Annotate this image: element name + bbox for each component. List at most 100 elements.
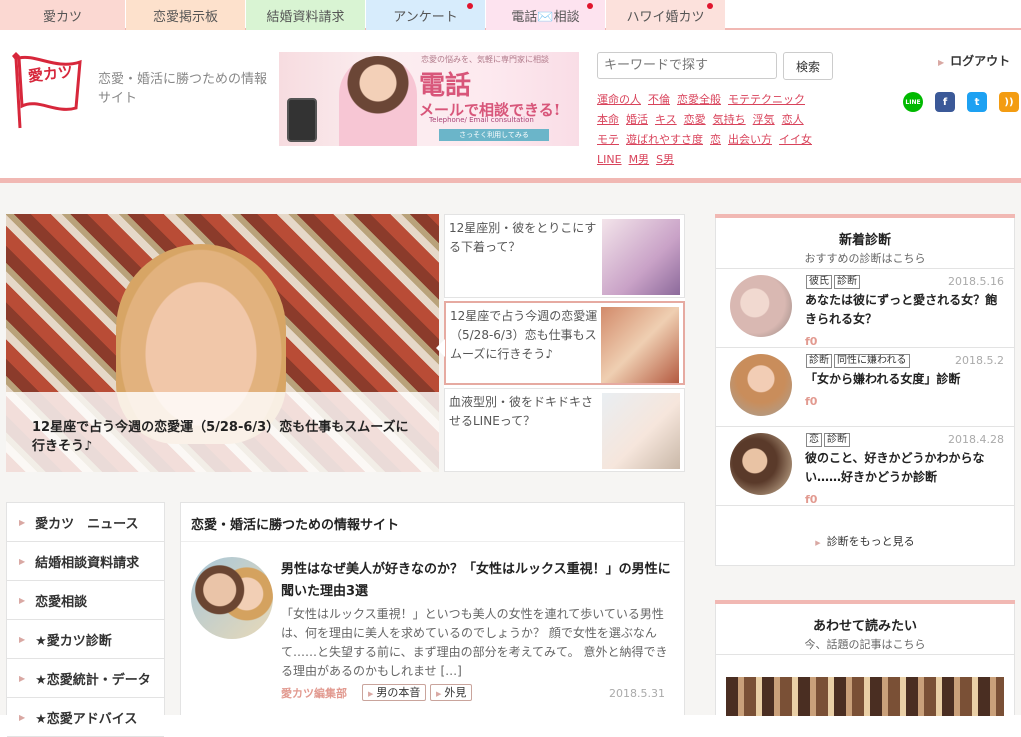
phone-image (287, 98, 317, 142)
keyword-link[interactable]: モテテクニック (728, 93, 805, 106)
tab-0[interactable]: 愛カツ (0, 0, 125, 30)
tab-label: 愛カツ (42, 9, 82, 25)
social-links: LINE f t)) (903, 92, 1019, 112)
article-thumbnail[interactable] (191, 557, 273, 639)
keyword-link[interactable]: 本命 (597, 113, 619, 126)
keyword-link[interactable]: M男 (629, 153, 650, 166)
tab-label: 恋愛掲示板 (152, 9, 218, 25)
article-excerpt: 「女性はルックス重視！」といつも美人の女性を連れて歩いている男性は、何を理由に美… (281, 607, 668, 678)
article-tag[interactable]: ▶ 男の本音 (362, 684, 427, 701)
keyword-link[interactable]: 恋愛全般 (677, 93, 721, 106)
diagnosis-title[interactable]: 彼のこと、好きかどうかわからない……好きかどうか診断 (805, 449, 1005, 487)
keyword-link[interactable]: S男 (656, 153, 674, 166)
article-title[interactable]: 男性はなぜ美人が好きなのか？「女性はルックス重視！」の男性に聞いた理由3選 (281, 559, 671, 603)
keyword-link[interactable]: モテ (597, 133, 619, 146)
top-tabs: 愛カツ 恋愛掲示板 結婚資料請求 アンケート 電話✉️相談 ハワイ婚カツ (0, 0, 1021, 30)
featured-list-title: 血液型別・彼をドキドキさせるLINEって？ (449, 395, 594, 428)
featured-list-title: 12星座で占う今週の恋愛運（5/28-6/3）恋も仕事もスムーズに行きそう♪ (450, 309, 598, 361)
facebook-icon[interactable]: f (935, 92, 955, 112)
diagnosis-title[interactable]: 「女から嫌われる女度」診断 (805, 370, 1005, 389)
keyword-link[interactable]: 恋 (710, 133, 721, 146)
diagnosis-tag[interactable]: 診断 (806, 354, 832, 368)
like-count: 0 (809, 335, 818, 348)
diagnosis-item[interactable]: 恋診断 2018.4.28 彼のこと、好きかどうかわからない……好きかどうか診断 f0 (716, 427, 1014, 506)
nav-item-label: ★愛カツ診断 (35, 633, 112, 649)
nav-item[interactable]: ▶ ★恋愛統計・データ (7, 659, 164, 698)
keyword-link[interactable]: 婚活 (626, 113, 648, 126)
facebook-like-count: f0 (805, 395, 817, 408)
search-button[interactable]: 検索 (783, 52, 833, 80)
nav-item[interactable]: ▶ ★愛カツ診断 (7, 620, 164, 659)
nav-item[interactable]: ▶ ★恋愛アドバイス (7, 698, 164, 737)
keyword-link[interactable]: イイ女 (779, 133, 812, 146)
article-author[interactable]: 愛カツ編集部 (281, 685, 347, 701)
diagnosis-tags: 恋診断 (806, 433, 850, 447)
diagnosis-tag[interactable]: 同性に嫌われる (834, 354, 910, 368)
featured-list-item[interactable]: 12星座別・彼をとりこにする下着って？ (444, 214, 685, 298)
facebook-like-count: f0 (805, 335, 817, 348)
related-subheading: 今、話題の記事はこちら (804, 638, 926, 651)
keyword-link[interactable]: 気持ち (713, 113, 746, 126)
consultation-banner[interactable]: 恋愛の悩みを、気軽に専門家に相談 電話 メールで相談できる! Telephone… (279, 52, 579, 146)
triangle-right-icon: ▶ (19, 634, 26, 644)
featured-list-item[interactable]: 血液型別・彼をドキドキさせるLINEって？ (444, 388, 685, 472)
more-diagnosis-link[interactable]: ▶ 診断をもっと見る (716, 533, 1014, 549)
featured-list-title: 12星座別・彼をとりこにする下着って？ (449, 221, 597, 254)
keyword-link[interactable]: 出会い方 (728, 133, 772, 146)
article-tag[interactable]: ▶ 外見 (430, 684, 473, 701)
diagnosis-item[interactable]: 診断 同性に嫌われる 2018.5.2 「女から嫌われる女度」診断 f0 (716, 348, 1014, 427)
diagnosis-thumbnail (730, 275, 792, 337)
nav-item[interactable]: ▶ 恋愛相談 (7, 581, 164, 620)
banner-cta-button[interactable]: さっそく利用してみる (439, 129, 549, 141)
logout-label: ログアウト (950, 54, 1011, 68)
keyword-link[interactable]: 恋人 (782, 113, 804, 126)
active-pointer (436, 339, 445, 357)
line-icon[interactable]: LINE (903, 92, 923, 112)
like-count: 0 (809, 493, 818, 506)
twitter-icon[interactable]: t (967, 92, 987, 112)
logout-link[interactable]: ▶ ログアウト (938, 52, 1010, 69)
tab-5[interactable]: ハワイ婚カツ (606, 0, 725, 30)
diagnosis-tag[interactable]: 診断 (824, 433, 850, 447)
diagnosis-tag[interactable]: 彼氏 (806, 275, 832, 289)
triangle-right-icon: ▶ (19, 712, 26, 722)
diagnosis-tags: 彼氏 診断 (806, 275, 860, 289)
tab-4[interactable]: 電話✉️相談 (486, 0, 605, 30)
related-heading: あわせて読みたい (812, 619, 917, 634)
featured-article[interactable]: 12星座で占う今週の恋愛運（5/28-6/3）恋も仕事もスムーズに行きそう♪ (6, 214, 439, 472)
search-input[interactable] (597, 52, 777, 79)
tab-1[interactable]: 恋愛掲示板 (126, 0, 245, 30)
keyword-link[interactable]: 不倫 (648, 93, 670, 106)
diagnosis-tag[interactable]: 恋 (806, 433, 822, 447)
tab-2[interactable]: 結婚資料請求 (246, 0, 365, 30)
keyword-link[interactable]: キス (655, 113, 677, 126)
keyword-link[interactable]: LINE (597, 153, 622, 166)
related-article-image[interactable] (726, 677, 1004, 716)
rss-icon[interactable]: )) (999, 92, 1019, 112)
tab-label: 結婚資料請求 (266, 9, 345, 25)
keyword-link[interactable]: 恋愛 (684, 113, 706, 126)
banner-caption: Telephone/ Email consultation (429, 116, 534, 124)
related-header: あわせて読みたい 今、話題の記事はこちら (715, 600, 1015, 655)
nav-item[interactable]: ▶ 愛カツ ニュース (7, 503, 164, 542)
diagnosis-tag[interactable]: 診断 (834, 275, 860, 289)
new-badge-dot (467, 3, 473, 9)
keyword-link[interactable]: 遊ばれやすさ度 (626, 133, 703, 146)
tab-3[interactable]: アンケート (366, 0, 485, 30)
article-list: 恋愛・婚活に勝つための情報サイト 男性はなぜ美人が好きなのか？「女性はルックス重… (180, 502, 685, 715)
article-date: 2018.5.31 (609, 687, 665, 700)
new-badge-dot (587, 3, 593, 9)
featured-list-item[interactable]: 12星座で占う今週の恋愛運（5/28-6/3）恋も仕事もスムーズに行きそう♪ (436, 301, 685, 385)
nav-item-label: 恋愛相談 (35, 594, 88, 610)
diagnosis-item[interactable]: 彼氏 診断 2018.5.16 あなたは彼にずっと愛される女？飽きられる女？ f0 (716, 269, 1014, 348)
triangle-right-icon: ▶ (19, 595, 26, 605)
site-logo[interactable]: 愛カツ (6, 50, 86, 130)
keyword-link[interactable]: 浮気 (753, 113, 775, 126)
diagnosis-title[interactable]: あなたは彼にずっと愛される女？飽きられる女？ (805, 291, 1005, 329)
triangle-right-icon: ▶ (19, 517, 26, 527)
keyword-link[interactable]: 運命の人 (597, 93, 641, 106)
site-header: 愛カツ 恋愛・婚活に勝つための情報サイト 恋愛の悩みを、気軽に専門家に相談 電話… (0, 30, 1021, 180)
nav-item[interactable]: ▶ 結婚相談資料請求 (7, 542, 164, 581)
banner-model-image (339, 56, 417, 146)
section-divider (181, 541, 684, 542)
